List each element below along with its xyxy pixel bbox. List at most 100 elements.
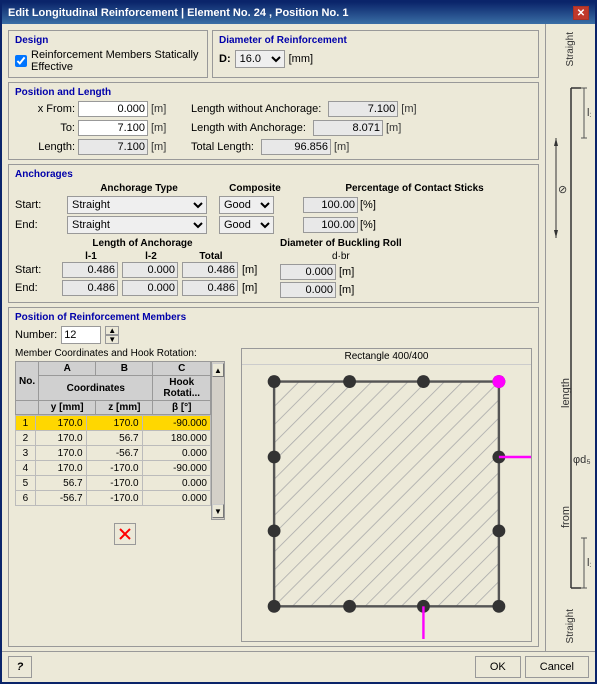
content-area: Design Reinforcement Members Statically … [2,24,595,651]
right-diagram: l₁ ⊘ length φd₅ from l₁ [551,78,591,598]
col-c-header: C [153,362,211,376]
start-l1-input[interactable] [62,262,118,278]
total-header: Total [182,251,240,262]
end-total-input [182,280,238,296]
number-input[interactable] [61,326,101,344]
svg-text:l₁: l₁ [587,107,591,119]
d-label: D: [219,53,231,65]
length-row: Length: [m] [15,139,171,155]
x-from-unit: [m] [151,103,171,115]
number-label: Number: [15,329,57,341]
z-header: z [mm] [96,401,153,415]
start-pct-input[interactable] [303,197,358,213]
composite-header: Composite [215,183,295,194]
end-label: End: [15,219,63,231]
table-area: Member Coordinates and Hook Rotation: No… [15,348,235,642]
anchorages-label: Anchorages [15,169,532,180]
table-row[interactable]: 6 -56.7 -170.0 0.000 [16,491,211,506]
start-dbr-unit: [m] [339,266,354,278]
beta-header: β [°] [153,401,211,415]
len-no-anc-input [328,101,398,117]
preview-label: Rectangle 400/400 [242,349,531,365]
start-composite-select[interactable]: Good Other [219,196,274,214]
coordinates-header: Coordinates [39,376,153,401]
preview-container: Rectangle 400/400 [241,348,532,642]
pos-members-section: Position of Reinforcement Members Number… [8,307,539,647]
anc-type-header: Anchorage Type [65,183,213,194]
len-with-anc-unit: [m] [386,122,406,134]
titlebar: Edit Longitudinal Reinforcement | Elemen… [2,2,595,24]
end-pct-input[interactable] [303,217,358,233]
start-dbr-input[interactable] [280,264,336,280]
checkbox-label: Reinforcement Members Statically Effecti… [31,49,201,73]
end-l1-input[interactable] [62,280,118,296]
dbr-sub: d·br [280,251,402,262]
close-button[interactable]: ✕ [573,6,589,20]
start-len-unit: [m] [242,264,270,276]
table-row[interactable]: 3 170.0 -56.7 0.000 [16,446,211,461]
start-l2-input[interactable] [122,262,178,278]
svg-text:from: from [560,506,572,528]
design-section: Design Reinforcement Members Statically … [8,30,208,78]
to-label: To: [15,122,75,134]
ok-button[interactable]: OK [475,656,521,678]
number-up-btn[interactable]: ▲ [105,326,119,335]
help-button[interactable]: ? [8,656,32,678]
coord-label: Member Coordinates and Hook Rotation: [15,348,235,359]
hook-header: Hook Rotati... [153,376,211,401]
scroll-down-btn[interactable]: ▼ [212,504,224,518]
btn-group: OK Cancel [475,656,589,678]
len-no-anc-unit: [m] [401,103,421,115]
design-label: Design [15,35,201,46]
total-len-unit: [m] [334,141,354,153]
to-row: To: [m] [15,120,171,136]
start-type-select[interactable]: Straight Hook 90° Hook 180° [67,196,207,214]
start-pct-unit: [%] [360,199,376,211]
total-len-input [261,139,331,155]
len-with-anc-row: Length with Anchorage: [m] [191,120,421,136]
members-table: No. A B C Coordinates Hook Rotati... [15,361,211,415]
delete-icon [118,527,132,541]
end-composite-select[interactable]: Good Other [219,216,274,234]
position-label: Position and Length [15,87,532,98]
x-from-input[interactable] [78,101,148,117]
table-row[interactable]: 1 170.0 170.0 -90.000 [16,416,211,431]
table-row[interactable]: 2 170.0 56.7 180.000 [16,431,211,446]
diameter-select[interactable]: 16.0 8.0 10.0 12.0 14.0 20.0 [235,50,285,68]
to-input[interactable] [78,120,148,136]
delete-button[interactable] [114,523,136,545]
col-a-header: A [39,362,96,376]
start-total-input [182,262,238,278]
length-input [78,139,148,155]
position-section: Position and Length x From: [m] To: [m] [8,82,539,160]
diameter-unit: [mm] [289,53,313,65]
x-from-row: x From: [m] [15,101,171,117]
i1-header: l-1 [62,251,120,262]
table-row[interactable]: 5 56.7 -170.0 0.000 [16,476,211,491]
preview-svg: y x [242,365,531,639]
bottom-bar: ? OK Cancel [2,651,595,682]
i2-header: l-2 [122,251,180,262]
diameter-row: D: 16.0 8.0 10.0 12.0 14.0 20.0 [mm] [219,50,532,68]
end-type-select[interactable]: Straight Hook 90° Hook 180° [67,216,207,234]
length-unit: [m] [151,141,171,153]
len-with-anc-label: Length with Anchorage: [191,122,306,134]
number-down-btn[interactable]: ▼ [105,335,119,344]
cancel-button[interactable]: Cancel [525,656,589,678]
end-len-label: End: [15,282,60,294]
table-scroll[interactable]: 1 170.0 170.0 -90.000 2 170.0 56.7 180.0… [15,415,211,520]
total-len-label: Total Length: [191,141,254,153]
svg-text:l₁: l₁ [587,557,591,569]
scroll-up-btn[interactable]: ▲ [212,363,224,377]
table-row[interactable]: 4 170.0 -170.0 -90.000 [16,461,211,476]
statically-effective-checkbox[interactable] [15,55,27,67]
x-from-label: x From: [15,103,75,115]
svg-text:length: length [560,378,572,408]
end-dbr-unit: [m] [339,284,354,296]
main-panel: Design Reinforcement Members Statically … [2,24,545,651]
end-l2-input[interactable] [122,280,178,296]
len-header: Length of Anchorage [15,238,270,249]
end-dbr-input[interactable] [280,282,336,298]
len-no-anc-row: Length without Anchorage: [m] [191,101,421,117]
pos-members-label: Position of Reinforcement Members [15,312,532,323]
